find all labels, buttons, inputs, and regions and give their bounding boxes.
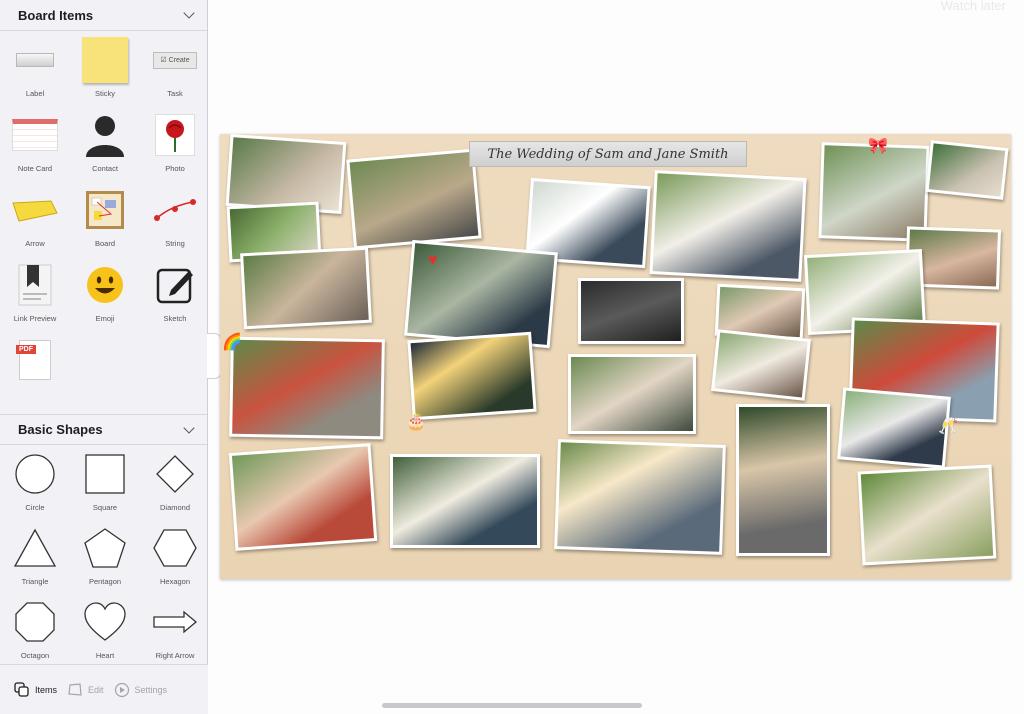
photo-card[interactable]	[228, 443, 378, 551]
basic-shapes-header[interactable]: Basic Shapes	[0, 414, 207, 445]
task-icon: ☑ Create	[153, 51, 197, 69]
chevron-down-icon[interactable]	[183, 421, 195, 434]
shape-diamond[interactable]: Diamond	[140, 449, 210, 523]
photo-card[interactable]	[407, 331, 537, 421]
photo-card[interactable]	[568, 354, 696, 434]
photo-card[interactable]	[225, 134, 347, 214]
rainbow-sticker-icon[interactable]: 🌈	[222, 332, 242, 352]
board-items-grid: Label Sticky ☑ Create Task Note Card Con…	[0, 31, 207, 410]
shape-circle[interactable]: Circle	[0, 449, 70, 523]
item-task[interactable]: ☑ Create Task	[140, 35, 210, 110]
photo-card[interactable]	[649, 170, 807, 282]
heart-icon	[84, 602, 126, 641]
photo-card[interactable]	[346, 148, 482, 250]
sketch-icon	[156, 268, 193, 304]
note-card-icon	[12, 119, 58, 151]
items-icon	[14, 681, 29, 697]
tab-settings[interactable]: Settings	[114, 682, 167, 698]
board-items-section: Board Items Label Sticky ☑ Create Task N…	[0, 0, 207, 414]
home-indicator	[382, 703, 642, 708]
label-icon	[16, 53, 54, 67]
arrow-item-icon	[12, 200, 58, 222]
item-photo[interactable]: Photo	[140, 110, 210, 185]
string-icon	[154, 199, 196, 221]
shape-octagon[interactable]: Octagon	[0, 597, 70, 671]
pdf-icon: PDF	[16, 340, 51, 380]
photo-card[interactable]	[578, 278, 684, 344]
hexagon-icon	[153, 529, 197, 567]
photo-card[interactable]	[857, 464, 997, 566]
item-sticky[interactable]: Sticky	[70, 35, 140, 110]
tab-items[interactable]: Items	[14, 681, 57, 698]
item-sketch[interactable]: Sketch	[140, 260, 210, 335]
board-items-title: Board Items	[18, 7, 94, 23]
photo-card[interactable]	[736, 404, 830, 556]
champagne-sticker-icon[interactable]: 🥂	[938, 416, 958, 436]
triangle-icon	[13, 528, 57, 567]
shape-square[interactable]: Square	[70, 449, 140, 523]
item-note-card[interactable]: Note Card	[0, 110, 70, 185]
shape-heart[interactable]: Heart	[70, 597, 140, 671]
photo-card[interactable]	[554, 439, 726, 555]
tab-edit[interactable]: Edit	[67, 682, 104, 698]
edit-icon	[68, 682, 82, 696]
circle-icon	[15, 454, 55, 494]
pentagon-icon	[84, 528, 126, 568]
item-emoji[interactable]: Emoji	[70, 260, 140, 335]
right-arrow-icon	[153, 610, 198, 634]
watch-later-label[interactable]: Watch later	[941, 0, 1006, 13]
link-preview-icon	[18, 264, 52, 306]
corkboard[interactable]: The Wedding of Sam and Jane Smith ♥ 🌈 🎂 …	[220, 134, 1011, 579]
sticky-note-icon	[82, 37, 128, 83]
chevron-down-icon[interactable]	[183, 7, 195, 19]
basic-shapes-title: Basic Shapes	[18, 422, 103, 437]
shape-pentagon[interactable]: Pentagon	[70, 523, 140, 597]
heart-sticker-icon[interactable]: ♥	[428, 252, 438, 270]
settings-icon	[114, 682, 129, 697]
item-link-preview[interactable]: Link Preview	[0, 260, 70, 335]
photo-card[interactable]	[711, 329, 811, 401]
contact-icon	[86, 116, 124, 157]
square-icon	[85, 454, 125, 494]
bottom-tab-bar: Items Edit Settings	[0, 664, 208, 714]
item-label[interactable]: Label	[0, 35, 70, 110]
item-contact[interactable]: Contact	[70, 110, 140, 185]
photo-icon	[155, 114, 195, 156]
photo-card[interactable]	[240, 246, 372, 330]
shape-hexagon[interactable]: Hexagon	[140, 523, 210, 597]
board-items-header[interactable]: Board Items	[0, 0, 207, 31]
bow-sticker-icon[interactable]: 🎀	[868, 136, 888, 156]
photo-card[interactable]	[837, 387, 951, 469]
diamond-icon	[156, 455, 194, 493]
sidebar-collapse-handle[interactable]	[207, 333, 221, 379]
item-string[interactable]: String	[140, 185, 210, 260]
photo-card[interactable]	[925, 140, 1009, 200]
shape-right-arrow[interactable]: Right Arrow	[140, 597, 210, 671]
item-arrow[interactable]: Arrow	[0, 185, 70, 260]
cake-sticker-icon[interactable]: 🎂	[406, 412, 426, 432]
board-icon	[86, 191, 124, 229]
shape-triangle[interactable]: Triangle	[0, 523, 70, 597]
photo-card[interactable]	[229, 336, 385, 440]
item-board[interactable]: Board	[70, 185, 140, 260]
sidebar: Board Items Label Sticky ☑ Create Task N…	[0, 0, 208, 714]
board-title-label[interactable]: The Wedding of Sam and Jane Smith	[469, 141, 747, 167]
app-root: Board Items Label Sticky ☑ Create Task N…	[0, 0, 1024, 714]
basic-shapes-grid: Circle Square Diamond Triangle Pentagon …	[0, 445, 207, 671]
emoji-icon	[87, 267, 123, 303]
item-pdf[interactable]: PDF	[0, 335, 70, 410]
octagon-icon	[15, 602, 55, 642]
photo-card[interactable]	[390, 454, 540, 548]
